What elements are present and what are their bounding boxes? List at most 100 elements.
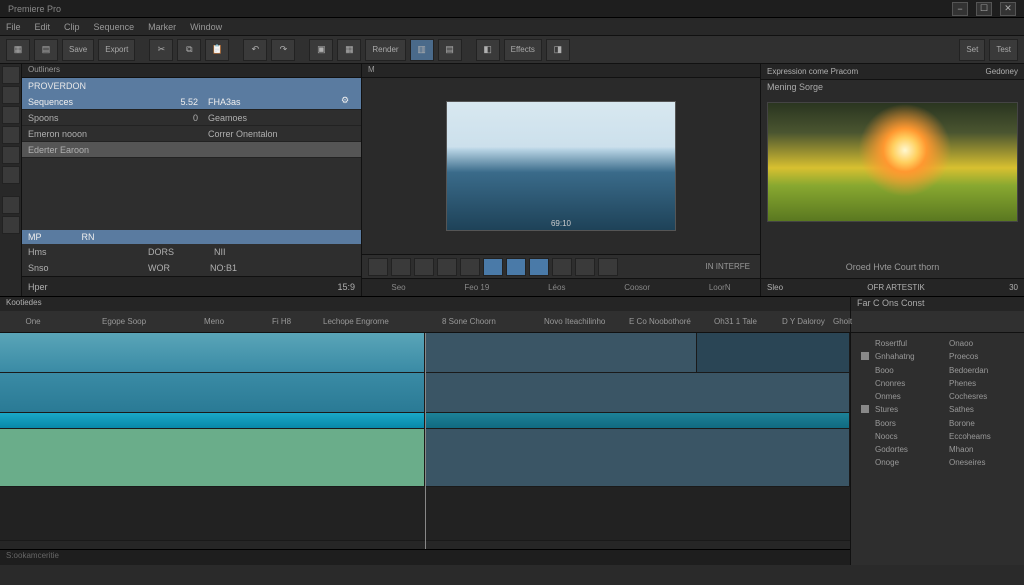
playhead[interactable] xyxy=(425,333,426,549)
row-val: Phenes xyxy=(949,379,1014,388)
side-tool-3-icon[interactable] xyxy=(2,106,20,124)
timeline-ruler[interactable]: OneEgope SoopMenoFi H8Lechope Engrorne8 … xyxy=(0,311,850,333)
video-clip[interactable] xyxy=(697,333,850,372)
row-icon xyxy=(861,419,875,428)
window-minimize[interactable]: − xyxy=(952,2,968,16)
transport-mark-in-icon[interactable] xyxy=(483,258,503,276)
transport-opt3-icon[interactable] xyxy=(598,258,618,276)
timeline-panel: Kootiedes OneEgope SoopMenoFi H8Lechope … xyxy=(0,296,850,565)
tool-f-icon[interactable]: ◨ xyxy=(546,39,570,61)
tool-right2[interactable]: Test xyxy=(989,39,1018,61)
side-tool-7-icon[interactable] xyxy=(2,196,20,214)
properties-row[interactable]: RosertfulOnaoo xyxy=(851,337,1024,350)
properties-row[interactable]: BoooBedoerdan xyxy=(851,364,1024,377)
audio-clip[interactable] xyxy=(425,413,850,428)
menu-file[interactable]: File xyxy=(6,22,21,32)
properties-row[interactable]: GodortesMhaon xyxy=(851,443,1024,456)
menu-sequence[interactable]: Sequence xyxy=(94,22,135,32)
side-tool-1-icon[interactable] xyxy=(2,66,20,84)
transport-opt2-icon[interactable] xyxy=(575,258,595,276)
transport-opt1-icon[interactable] xyxy=(552,258,572,276)
project-row[interactable]: Ederter Earoon xyxy=(22,142,361,158)
row-icon xyxy=(861,339,875,348)
window-close[interactable]: ✕ xyxy=(1000,2,1016,16)
tool-open-icon[interactable]: ▤ xyxy=(34,39,58,61)
transport-loop-icon[interactable] xyxy=(529,258,549,276)
ruler-mark: D Y Daloroy xyxy=(782,317,825,326)
tool-cut-icon[interactable]: ✂ xyxy=(149,39,173,61)
side-toolbar xyxy=(0,64,22,296)
tool-right1[interactable]: Set xyxy=(959,39,985,61)
transport-mark-out-icon[interactable] xyxy=(506,258,526,276)
row-val: Eccoheams xyxy=(949,432,1014,441)
transport-goto-start-icon[interactable] xyxy=(368,258,388,276)
properties-subhead xyxy=(851,311,1024,333)
tool-a-icon[interactable]: ▣ xyxy=(309,39,333,61)
menu-marker[interactable]: Marker xyxy=(148,22,176,32)
side-tool-5-icon[interactable] xyxy=(2,146,20,164)
menu-edit[interactable]: Edit xyxy=(35,22,51,32)
properties-row[interactable]: OnogeOneseires xyxy=(851,456,1024,469)
row-key: Godortes xyxy=(875,445,949,454)
tool-c-icon[interactable]: ▥ xyxy=(410,39,434,61)
tool-d-icon[interactable]: ▤ xyxy=(438,39,462,61)
row-gear-icon[interactable]: ⚙ xyxy=(341,95,355,109)
project-row-name: Sequences xyxy=(28,97,158,107)
menu-clip[interactable]: Clip xyxy=(64,22,80,32)
ruler-mark: Lechope Engrorne xyxy=(323,317,389,326)
properties-row[interactable]: CnonresPhenes xyxy=(851,377,1024,390)
video-clip[interactable] xyxy=(0,373,425,412)
tool-render[interactable]: Render xyxy=(365,39,405,61)
tool-b-icon[interactable]: ▦ xyxy=(337,39,361,61)
audio-clip[interactable] xyxy=(0,413,425,428)
tool-redo-icon[interactable]: ↷ xyxy=(271,39,295,61)
properties-row[interactable]: OnmesCochesres xyxy=(851,390,1024,403)
video-clip[interactable] xyxy=(0,429,425,486)
row-icon xyxy=(861,392,875,401)
ruler-mark: Ghoit xyxy=(833,317,852,326)
tool-paste-icon[interactable]: 📋 xyxy=(205,39,229,61)
project-row[interactable]: Emeron nooon Correr Onentalon xyxy=(22,126,361,142)
project-subrow[interactable]: Hms DORS NII xyxy=(22,244,361,260)
properties-row[interactable]: GnhahatngProecos xyxy=(851,350,1024,364)
project-row[interactable]: Spoons 0 Geamoes xyxy=(22,110,361,126)
transport-goto-end-icon[interactable] xyxy=(460,258,480,276)
effects-thumbnail xyxy=(767,102,1018,222)
side-tool-4-icon[interactable] xyxy=(2,126,20,144)
tool-export[interactable]: Export xyxy=(98,39,135,61)
video-clip[interactable] xyxy=(425,373,850,412)
properties-row[interactable]: SturesSathes xyxy=(851,403,1024,417)
properties-row[interactable]: BoorsBorone xyxy=(851,417,1024,430)
project-row[interactable]: Sequences 5.52 FHA3as ⚙ xyxy=(22,94,361,110)
video-clip[interactable] xyxy=(0,333,425,372)
video-clip[interactable] xyxy=(425,333,697,372)
preview-monitor[interactable]: 69:10 xyxy=(446,101,676,231)
transport-step-fwd-icon[interactable] xyxy=(437,258,457,276)
timeline-tracks[interactable] xyxy=(0,333,850,549)
side-tool-2-icon[interactable] xyxy=(2,86,20,104)
tool-save[interactable]: Save xyxy=(62,39,94,61)
app-name: Premiere Pro xyxy=(8,4,61,14)
row-key: Rosertful xyxy=(875,339,949,348)
tool-undo-icon[interactable]: ↶ xyxy=(243,39,267,61)
tool-effects[interactable]: Effects xyxy=(504,39,542,61)
preview-timecode: 69:10 xyxy=(551,219,571,228)
tool-e-icon[interactable]: ◧ xyxy=(476,39,500,61)
properties-row[interactable]: NoocsEccoheams xyxy=(851,430,1024,443)
video-clip[interactable] xyxy=(425,429,850,486)
project-subrow[interactable]: Snso WOR NO:B1 xyxy=(22,260,361,276)
effects-preview[interactable] xyxy=(761,96,1024,256)
window-maximize[interactable]: ☐ xyxy=(976,2,992,16)
side-tool-8-icon[interactable] xyxy=(2,216,20,234)
row-key: Noocs xyxy=(875,432,949,441)
ruler-mark: Fi H8 xyxy=(272,317,291,326)
timeline-footer: S:ookamceritie xyxy=(0,549,850,565)
tool-copy-icon[interactable]: ⧉ xyxy=(177,39,201,61)
project-header[interactable]: PROVERDON xyxy=(22,78,361,94)
transport-step-back-icon[interactable] xyxy=(391,258,411,276)
menu-window[interactable]: Window xyxy=(190,22,222,32)
project-row-val: 5.52 xyxy=(158,97,208,107)
transport-play-icon[interactable] xyxy=(414,258,434,276)
tool-new-icon[interactable]: ▦ xyxy=(6,39,30,61)
side-tool-6-icon[interactable] xyxy=(2,166,20,184)
